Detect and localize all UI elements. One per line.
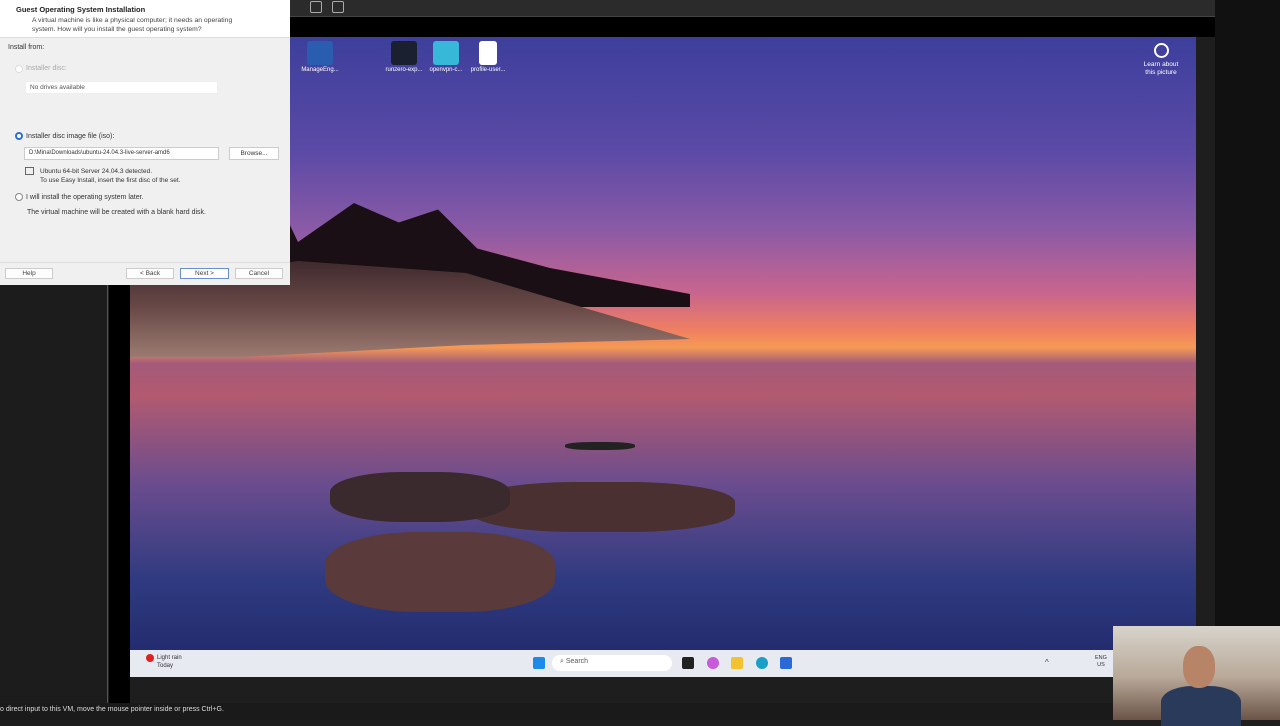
dialog-title: Guest Operating System Installation	[16, 5, 146, 14]
new-vm-wizard-dialog: Guest Operating System Installation A vi…	[0, 0, 290, 285]
divider	[0, 262, 290, 263]
view-icon[interactable]	[332, 1, 344, 13]
app-icon	[433, 41, 459, 65]
start-icon[interactable]	[533, 657, 545, 669]
next-button[interactable]: Next >	[180, 268, 229, 279]
edge-icon[interactable]	[756, 657, 768, 669]
install-later-label: I will install the operating system late…	[26, 194, 144, 201]
install-from-label: Install from:	[8, 44, 45, 51]
right-panel	[1215, 0, 1280, 626]
weather-widget[interactable]: Light rain Today	[157, 654, 182, 670]
console-icon[interactable]	[310, 1, 322, 13]
store-icon[interactable]	[780, 657, 792, 669]
installer-disc-label: Installer disc:	[26, 65, 67, 72]
file-icon	[479, 41, 497, 65]
install-later-desc: The virtual machine will be created with…	[27, 209, 206, 216]
camera-icon	[1153, 43, 1169, 58]
weather-icon	[146, 654, 154, 662]
person-face	[1183, 646, 1215, 688]
app-icon	[391, 41, 417, 65]
browse-button[interactable]: Browse...	[229, 147, 279, 160]
back-button[interactable]: < Back	[126, 268, 174, 279]
vmware-toolbar	[290, 0, 1215, 17]
dialog-subtitle: A virtual machine is like a physical com…	[32, 17, 233, 33]
status-message: o direct input to this VM, move the mous…	[0, 706, 224, 713]
desktop-icon-profile[interactable]: profile-user...	[458, 41, 518, 73]
file-explorer-icon[interactable]	[731, 657, 743, 669]
rock	[330, 472, 510, 522]
vm-border-left	[109, 285, 130, 703]
rock	[325, 532, 555, 612]
desktop-icon-manageengine[interactable]: ManageEng...	[290, 41, 350, 73]
tray-chevron-icon[interactable]: ^	[1045, 658, 1049, 667]
webcam-overlay	[1113, 626, 1280, 726]
vm-border	[290, 17, 1215, 37]
iso-label: Installer disc image file (iso):	[26, 133, 115, 140]
search-box[interactable]: ⌕ Search	[552, 655, 672, 671]
status-bar: o direct input to this VM, move the mous…	[0, 703, 1113, 720]
learn-about-picture[interactable]: Learn about this picture	[1136, 43, 1186, 77]
iso-path-combo[interactable]: D:\Mina\Downloads\ubuntu-24.04.3-live-se…	[24, 147, 219, 160]
info-icon	[25, 167, 34, 175]
copilot-icon[interactable]	[707, 657, 719, 669]
language-indicator[interactable]: ENG US	[1095, 655, 1107, 669]
person-body	[1161, 686, 1241, 726]
help-button[interactable]: Help	[5, 268, 53, 279]
search-icon: ⌕	[560, 658, 564, 665]
app-icon	[307, 41, 333, 65]
rock	[565, 442, 635, 450]
disc-drive-select[interactable]: No drives available	[25, 81, 218, 94]
cancel-button[interactable]: Cancel	[235, 268, 283, 279]
windows-taskbar: Light rain Today ⌕ Search ^ ENG US	[130, 650, 1196, 677]
taskview-icon[interactable]	[682, 657, 694, 669]
library-panel	[0, 285, 108, 703]
installer-disc-radio[interactable]	[15, 65, 23, 73]
iso-radio[interactable]	[15, 132, 23, 140]
detected-message: Ubuntu 64-bit Server 24.04.3 detected. T…	[40, 168, 181, 184]
install-later-radio[interactable]	[15, 193, 23, 201]
